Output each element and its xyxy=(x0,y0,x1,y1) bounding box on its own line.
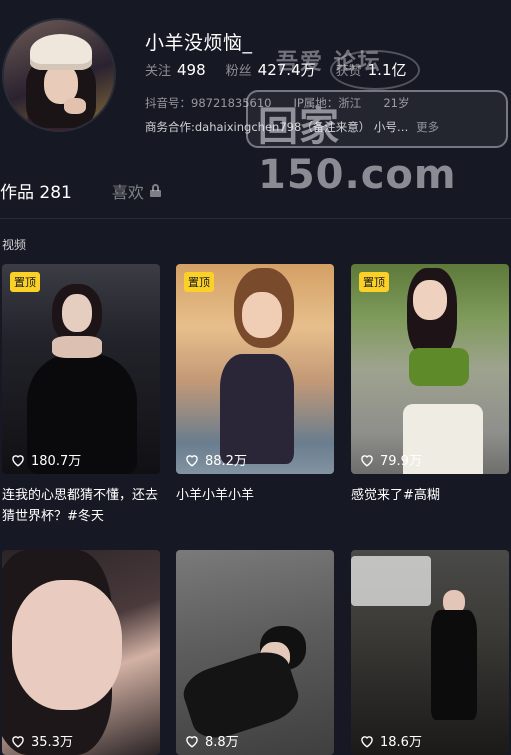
watermark-text: 回家150.com xyxy=(258,104,457,198)
pinned-badge: 置顶 xyxy=(359,272,389,292)
video-thumbnail[interactable]: 置顶 180.7万 xyxy=(2,264,160,474)
video-likes: 180.7万 xyxy=(10,450,81,469)
profile-nickname: 小羊没烦恼_ xyxy=(145,32,253,54)
video-card[interactable]: 置顶 79.9万 感觉来了#高糊 xyxy=(351,264,509,506)
tab-divider xyxy=(0,218,511,219)
avatar[interactable] xyxy=(2,18,116,132)
thumb-wall-sign xyxy=(351,556,431,606)
pinned-badge: 置顶 xyxy=(10,272,40,292)
thumb-figure-face xyxy=(62,294,92,332)
pinned-badge: 置顶 xyxy=(184,272,214,292)
thumb-figure-face xyxy=(242,292,282,338)
video-card[interactable]: 18.6万 xyxy=(351,550,509,755)
video-likes: 35.3万 xyxy=(10,731,73,750)
profile-tabs: 作品 281 喜欢 xyxy=(0,178,161,203)
video-caption[interactable]: 连我的心思都猜不懂，还去猜世界杯？#冬天 xyxy=(2,485,160,527)
heart-icon xyxy=(361,735,373,748)
thumb-figure-face xyxy=(413,280,447,320)
video-likes: 88.2万 xyxy=(184,450,247,469)
following-count[interactable]: 498 xyxy=(177,61,206,79)
tab-liked-label: 喜欢 xyxy=(111,182,144,202)
thumb-figure-swimsuit xyxy=(220,354,294,464)
thumb-figure-face xyxy=(12,580,122,710)
video-likes: 8.8万 xyxy=(184,731,239,750)
lock-icon xyxy=(149,184,161,197)
video-thumbnail[interactable]: 置顶 88.2万 xyxy=(176,264,334,474)
video-caption[interactable]: 小羊小羊小羊 xyxy=(176,485,334,506)
thumb-figure-shoulders xyxy=(52,336,102,358)
video-thumbnail[interactable]: 35.3万 xyxy=(2,550,160,755)
video-thumbnail[interactable]: 18.6万 xyxy=(351,550,509,755)
video-thumbnail[interactable]: 置顶 79.9万 xyxy=(351,264,509,474)
video-thumbnail[interactable]: 8.8万 xyxy=(176,550,334,755)
video-card[interactable]: 35.3万 xyxy=(2,550,160,755)
tab-liked[interactable]: 喜欢 xyxy=(112,179,161,203)
watermark-top-text: 吾爱 论坛 xyxy=(276,50,382,75)
video-likes-count: 8.8万 xyxy=(205,735,239,750)
video-likes-count: 88.2万 xyxy=(205,454,247,469)
heart-icon xyxy=(12,454,24,467)
video-card[interactable]: 置顶 180.7万 连我的心思都猜不懂，还去猜世界杯？#冬天 xyxy=(2,264,160,527)
following-label[interactable]: 关注 xyxy=(145,60,171,79)
video-likes-count: 35.3万 xyxy=(31,735,73,750)
section-label-videos: 视频 xyxy=(2,238,27,252)
followers-label[interactable]: 粉丝 xyxy=(226,60,252,79)
video-likes-count: 79.9万 xyxy=(380,454,422,469)
thumb-figure-top xyxy=(409,348,469,386)
video-likes-count: 18.6万 xyxy=(380,735,422,750)
thumb-figure-body xyxy=(431,610,477,720)
video-card[interactable]: 置顶 88.2万 小羊小羊小羊 xyxy=(176,264,334,506)
video-likes: 79.9万 xyxy=(359,450,422,469)
video-card[interactable]: 8.8万 xyxy=(176,550,334,755)
tab-works[interactable]: 作品 281 xyxy=(0,178,72,203)
video-caption[interactable]: 感觉来了#高糊 xyxy=(351,485,509,506)
video-likes: 18.6万 xyxy=(359,731,422,750)
video-likes-count: 180.7万 xyxy=(31,454,82,469)
heart-icon xyxy=(12,735,24,748)
heart-icon xyxy=(186,735,198,748)
heart-icon xyxy=(361,454,373,467)
heart-icon xyxy=(186,454,198,467)
avatar-hand xyxy=(64,98,86,114)
avatar-hat xyxy=(30,34,92,70)
